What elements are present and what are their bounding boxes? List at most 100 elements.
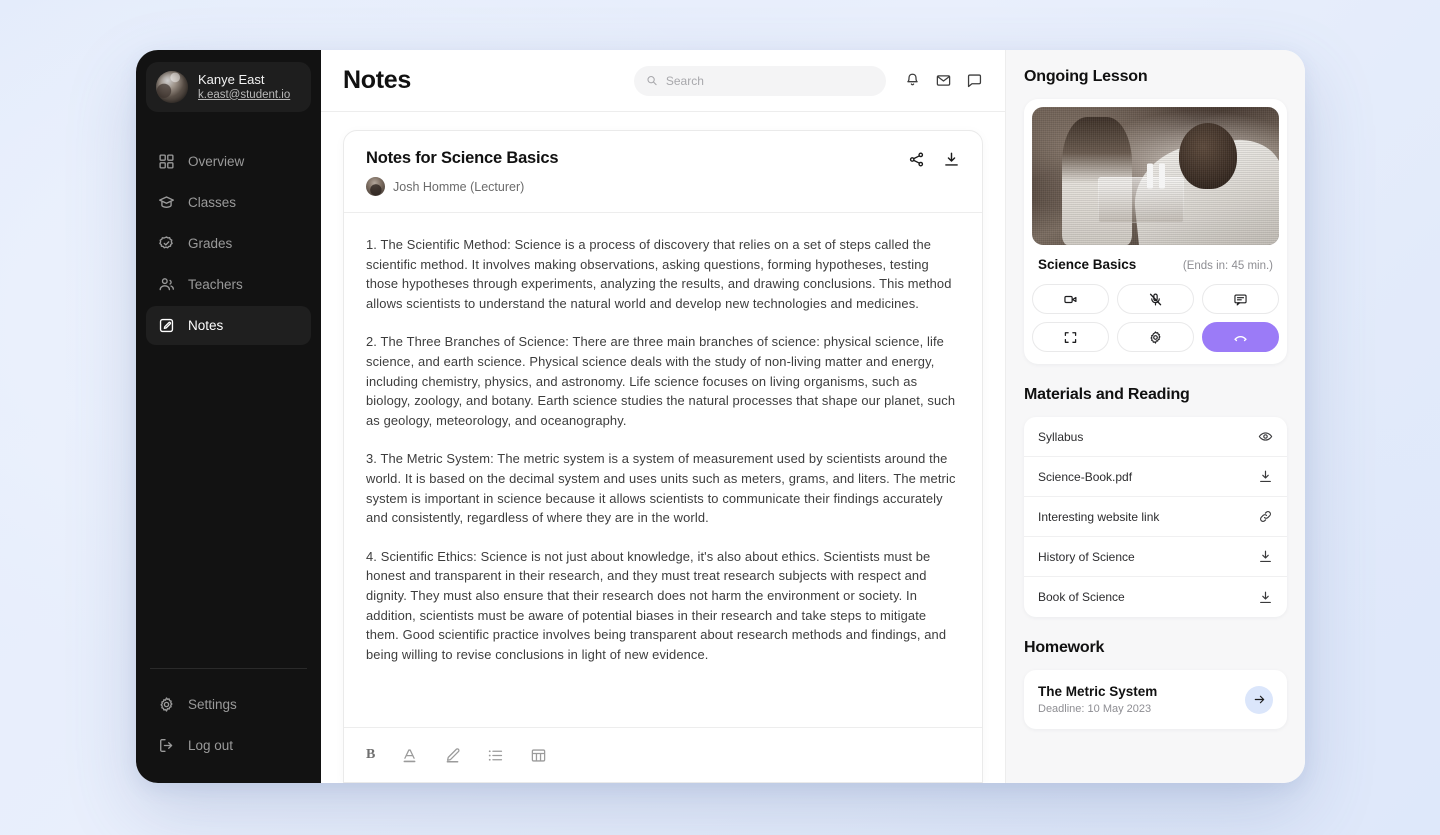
fullscreen-button[interactable]: [1032, 322, 1109, 352]
right-panel: Ongoing Lesson Science Basics (Ends in: …: [1005, 50, 1305, 783]
download-icon[interactable]: [1258, 469, 1273, 484]
ongoing-lesson-heading: Ongoing Lesson: [1024, 68, 1148, 85]
homework-title: The Metric System: [1038, 684, 1158, 699]
notes-card-header: Notes for Science Basics Josh Homme (Lec…: [344, 131, 982, 213]
call-controls: [1032, 284, 1279, 352]
main-content: Notes Search Notes for Science Basics Jo…: [321, 50, 1005, 783]
material-label: Science-Book.pdf: [1038, 469, 1133, 484]
download-icon[interactable]: [1258, 549, 1273, 564]
search-icon: [647, 75, 657, 86]
author-name: Josh Homme (Lecturer): [393, 179, 525, 194]
notes-paragraph: 2. The Three Branches of Science: There …: [366, 334, 956, 428]
list-item[interactable]: History of Science: [1024, 537, 1287, 577]
logout-icon: [160, 739, 173, 752]
sidebar: Kanye East k.east@student.io Overview Cl…: [136, 50, 321, 783]
graduation-cap-icon: [159, 196, 174, 208]
sidebar-item-label: Grades: [188, 236, 233, 251]
list-item[interactable]: Interesting website link: [1024, 497, 1287, 537]
list-item[interactable]: Book of Science: [1024, 577, 1287, 617]
homework-deadline: Deadline: 10 May 2023: [1038, 703, 1152, 715]
video-camera-button[interactable]: [1032, 284, 1109, 314]
chat-button[interactable]: [1202, 284, 1279, 314]
text-color-icon[interactable]: [401, 747, 418, 764]
list-item[interactable]: Science-Book.pdf: [1024, 457, 1287, 497]
grid-icon: [159, 154, 174, 169]
material-label: Book of Science: [1038, 590, 1125, 604]
envelope-icon[interactable]: [935, 72, 952, 89]
homework-open-button[interactable]: [1245, 685, 1273, 714]
notes-card: Notes for Science Basics Josh Homme (Lec…: [343, 130, 983, 783]
gear-icon: [160, 697, 173, 712]
lesson-name: Science Basics: [1038, 257, 1137, 272]
sidebar-item-settings[interactable]: Settings: [146, 685, 311, 724]
table-icon[interactable]: [530, 747, 547, 764]
search-box[interactable]: [634, 65, 886, 96]
profile-card[interactable]: Kanye East k.east@student.io: [146, 62, 311, 112]
profile-email[interactable]: k.east@student.io: [198, 88, 290, 103]
badge-check-icon: [159, 236, 173, 249]
sidebar-item-notes[interactable]: Notes: [146, 306, 311, 345]
users-icon: [159, 278, 174, 291]
bold-icon[interactable]: B: [366, 748, 375, 762]
chat-bubble-icon[interactable]: [966, 72, 983, 89]
link-icon[interactable]: [1258, 509, 1273, 524]
chat-icon: [1234, 293, 1247, 305]
homework-card[interactable]: The Metric System Deadline: 10 May 2023: [1024, 670, 1287, 729]
arrow-right-icon: [1254, 695, 1264, 704]
note-edit-icon: [159, 318, 174, 333]
sidebar-item-classes[interactable]: Classes: [146, 183, 311, 222]
sidebar-item-grades[interactable]: Grades: [146, 224, 311, 263]
notes-paragraph: 3. The Metric System: The metric system …: [366, 451, 956, 526]
sidebar-item-label: Notes: [188, 318, 224, 333]
sidebar-item-logout[interactable]: Log out: [146, 726, 311, 765]
page-title: Notes: [343, 66, 411, 94]
share-icon[interactable]: [908, 151, 925, 168]
end-call-icon: [1234, 335, 1247, 341]
notes-paragraph: 4. Scientific Ethics: Science is not jus…: [366, 548, 947, 662]
lesson-meta: Science Basics (Ends in: 45 min.): [1032, 245, 1279, 272]
sidebar-item-label: Settings: [188, 697, 237, 712]
topbar: Notes: [321, 50, 1005, 112]
notes-title: Notes for Science Basics: [366, 149, 559, 167]
sidebar-item-label: Teachers: [188, 277, 243, 292]
pause-icon[interactable]: [1146, 163, 1165, 189]
settings-button[interactable]: [1117, 322, 1194, 352]
microphone-muted-button[interactable]: [1117, 284, 1194, 314]
profile-name: Kanye East: [198, 71, 265, 87]
video-camera-icon: [1064, 295, 1077, 303]
sidebar-bottom-nav: Settings Log out: [146, 668, 311, 765]
eye-icon[interactable]: [1258, 429, 1273, 444]
notes-editor-toolbar: B: [344, 727, 982, 782]
search-input[interactable]: [665, 73, 874, 88]
materials-heading: Materials and Reading: [1024, 386, 1190, 403]
bell-icon[interactable]: [904, 72, 921, 89]
fullscreen-icon: [1064, 331, 1077, 343]
sidebar-nav: Overview Classes Grades Teachers Notes: [146, 142, 311, 345]
end-call-button[interactable]: [1202, 322, 1279, 352]
homework-heading: Homework: [1024, 639, 1105, 656]
materials-list: Syllabus Science-Book.pdf Interesting we…: [1024, 417, 1287, 617]
download-icon[interactable]: [943, 151, 960, 168]
material-label: History of Science: [1038, 549, 1135, 564]
list-item[interactable]: Syllabus: [1024, 417, 1287, 457]
microphone-muted-icon: [1149, 293, 1162, 305]
material-label: Interesting website link: [1038, 509, 1160, 524]
bullet-list-icon[interactable]: [487, 747, 504, 764]
lesson-video-thumbnail[interactable]: [1032, 107, 1279, 245]
download-icon[interactable]: [1258, 590, 1273, 605]
lesson-ends-in: (Ends in: 45 min.): [1182, 260, 1273, 272]
sidebar-item-label: Overview: [188, 154, 245, 169]
sidebar-item-overview[interactable]: Overview: [146, 142, 311, 181]
ongoing-lesson-card: Science Basics (Ends in: 45 min.): [1024, 99, 1287, 364]
notes-body[interactable]: 1. The Scientific Method: Science is a p…: [344, 213, 982, 727]
topbar-icons: [904, 72, 983, 89]
app-window: Kanye East k.east@student.io Overview Cl…: [136, 50, 1305, 783]
content-area: Notes for Science Basics Josh Homme (Lec…: [321, 112, 1005, 783]
sidebar-item-teachers[interactable]: Teachers: [146, 265, 311, 304]
material-label: Syllabus: [1038, 429, 1084, 444]
notes-paragraph: 1. The Scientific Method: Science is a p…: [366, 237, 952, 311]
sidebar-item-label: Log out: [188, 738, 234, 753]
highlighter-pen-icon[interactable]: [444, 747, 461, 764]
sidebar-item-label: Classes: [188, 195, 237, 210]
notes-header-actions: [908, 151, 960, 168]
